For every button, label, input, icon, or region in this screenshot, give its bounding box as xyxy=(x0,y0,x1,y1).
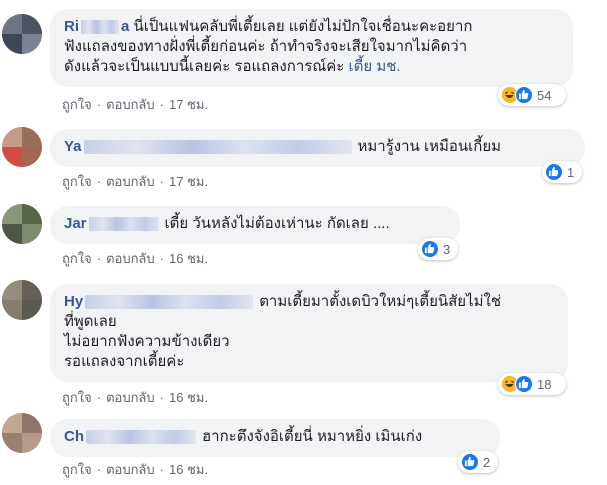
commenter-name[interactable]: Jar xyxy=(64,214,165,234)
like-link[interactable]: ถูกใจ xyxy=(62,97,92,113)
like-link[interactable]: ถูกใจ xyxy=(62,251,92,267)
comment-actions: ถูกใจ · ตอบกลับ · 16 ชม. xyxy=(62,251,208,267)
like-icon xyxy=(461,453,479,471)
reply-link[interactable]: ตอบกลับ xyxy=(106,251,155,267)
commenter-name[interactable]: Ya xyxy=(64,137,358,157)
separator: · xyxy=(159,174,164,189)
avatar[interactable] xyxy=(2,413,42,453)
comment-text: หมารู้งาน เหมือนเกี้ยม xyxy=(357,138,502,155)
avatar[interactable] xyxy=(2,127,42,167)
timestamp-link[interactable]: 16 ชม. xyxy=(169,462,208,478)
separator: · xyxy=(96,390,102,405)
timestamp-link[interactable]: 16 ชม. xyxy=(169,251,208,267)
comment-bubble: Hy ตามเตี้ยมาตั้งเดบิวใหม่ๆเตี้ยนิสัยไม่ใ… xyxy=(50,284,568,382)
like-link[interactable]: ถูกใจ xyxy=(62,390,92,406)
comment-text: ฮากะตึงจังอิเตี้ยนี่ หมาหยิ่ง เมินเก่ง xyxy=(202,428,423,445)
reply-link[interactable]: ตอบกลับ xyxy=(106,97,155,113)
reply-link[interactable]: ตอบกลับ xyxy=(106,390,155,406)
timestamp-link[interactable]: 17 ชม. xyxy=(169,174,208,190)
timestamp-link[interactable]: 16 ชม. xyxy=(169,390,208,406)
comment-actions: ถูกใจ · ตอบกลับ · 16 ชม. xyxy=(62,390,208,406)
separator: · xyxy=(159,251,164,266)
commenter-name[interactable]: Ch xyxy=(64,427,202,447)
commenter-name[interactable]: Hy xyxy=(64,292,259,312)
like-link[interactable]: ถูกใจ xyxy=(62,174,92,190)
reaction-summary[interactable]: 18 xyxy=(498,373,566,395)
reaction-count: 1 xyxy=(567,164,575,180)
separator: · xyxy=(159,390,164,405)
avatar[interactable] xyxy=(2,280,42,320)
like-icon xyxy=(545,163,563,181)
reaction-count: 18 xyxy=(537,376,552,392)
comment-actions: ถูกใจ · ตอบกลับ · 17 ชม. xyxy=(62,174,208,190)
reaction-summary[interactable]: 54 xyxy=(498,84,566,106)
comment-actions: ถูกใจ · ตอบกลับ · 17 ชม. xyxy=(62,97,208,113)
comment-actions: ถูกใจ · ตอบกลับ · 16 ชม. xyxy=(62,462,208,478)
comment-bubble: Ri a นี่เป็นแฟนคลับพี่เตี้ยเลย แต่ยังไม่ป… xyxy=(50,9,573,87)
reaction-summary[interactable]: 3 xyxy=(418,238,458,260)
reaction-count: 3 xyxy=(443,241,451,257)
reply-link[interactable]: ตอบกลับ xyxy=(106,462,155,478)
timestamp-link[interactable]: 17 ชม. xyxy=(169,97,208,113)
avatar[interactable] xyxy=(2,204,42,244)
separator: · xyxy=(96,462,102,477)
like-icon xyxy=(421,240,439,258)
separator: · xyxy=(96,97,102,112)
reaction-summary[interactable]: 2 xyxy=(458,451,498,473)
comment-bubble: Ya หมารู้งาน เหมือนเกี้ยม xyxy=(50,129,585,167)
separator: · xyxy=(159,462,164,477)
comment-bubble: Ch ฮากะตึงจังอิเตี้ยนี่ หมาหยิ่ง เมินเก่ง xyxy=(50,419,500,457)
commenter-name[interactable]: Ri a xyxy=(64,17,129,37)
like-link[interactable]: ถูกใจ xyxy=(62,462,92,478)
like-icon xyxy=(515,375,533,393)
reaction-count: 54 xyxy=(537,87,552,103)
reaction-summary[interactable]: 1 xyxy=(542,161,582,183)
like-icon xyxy=(515,86,533,104)
reply-link[interactable]: ตอบกลับ xyxy=(106,174,155,190)
separator: · xyxy=(96,174,102,189)
reaction-count: 2 xyxy=(483,454,491,470)
comment-bubble: Jar เตี้ย วันหลังไม่ต้องเห่านะ กัดเลย ...… xyxy=(50,206,460,244)
separator: · xyxy=(159,97,164,112)
separator: · xyxy=(96,251,102,266)
tagged-name-link[interactable]: เตี้ย มช. xyxy=(349,58,401,75)
comment-text: เตี้ย วันหลังไม่ต้องเห่านะ กัดเลย .... xyxy=(164,215,390,232)
avatar[interactable] xyxy=(2,14,42,54)
